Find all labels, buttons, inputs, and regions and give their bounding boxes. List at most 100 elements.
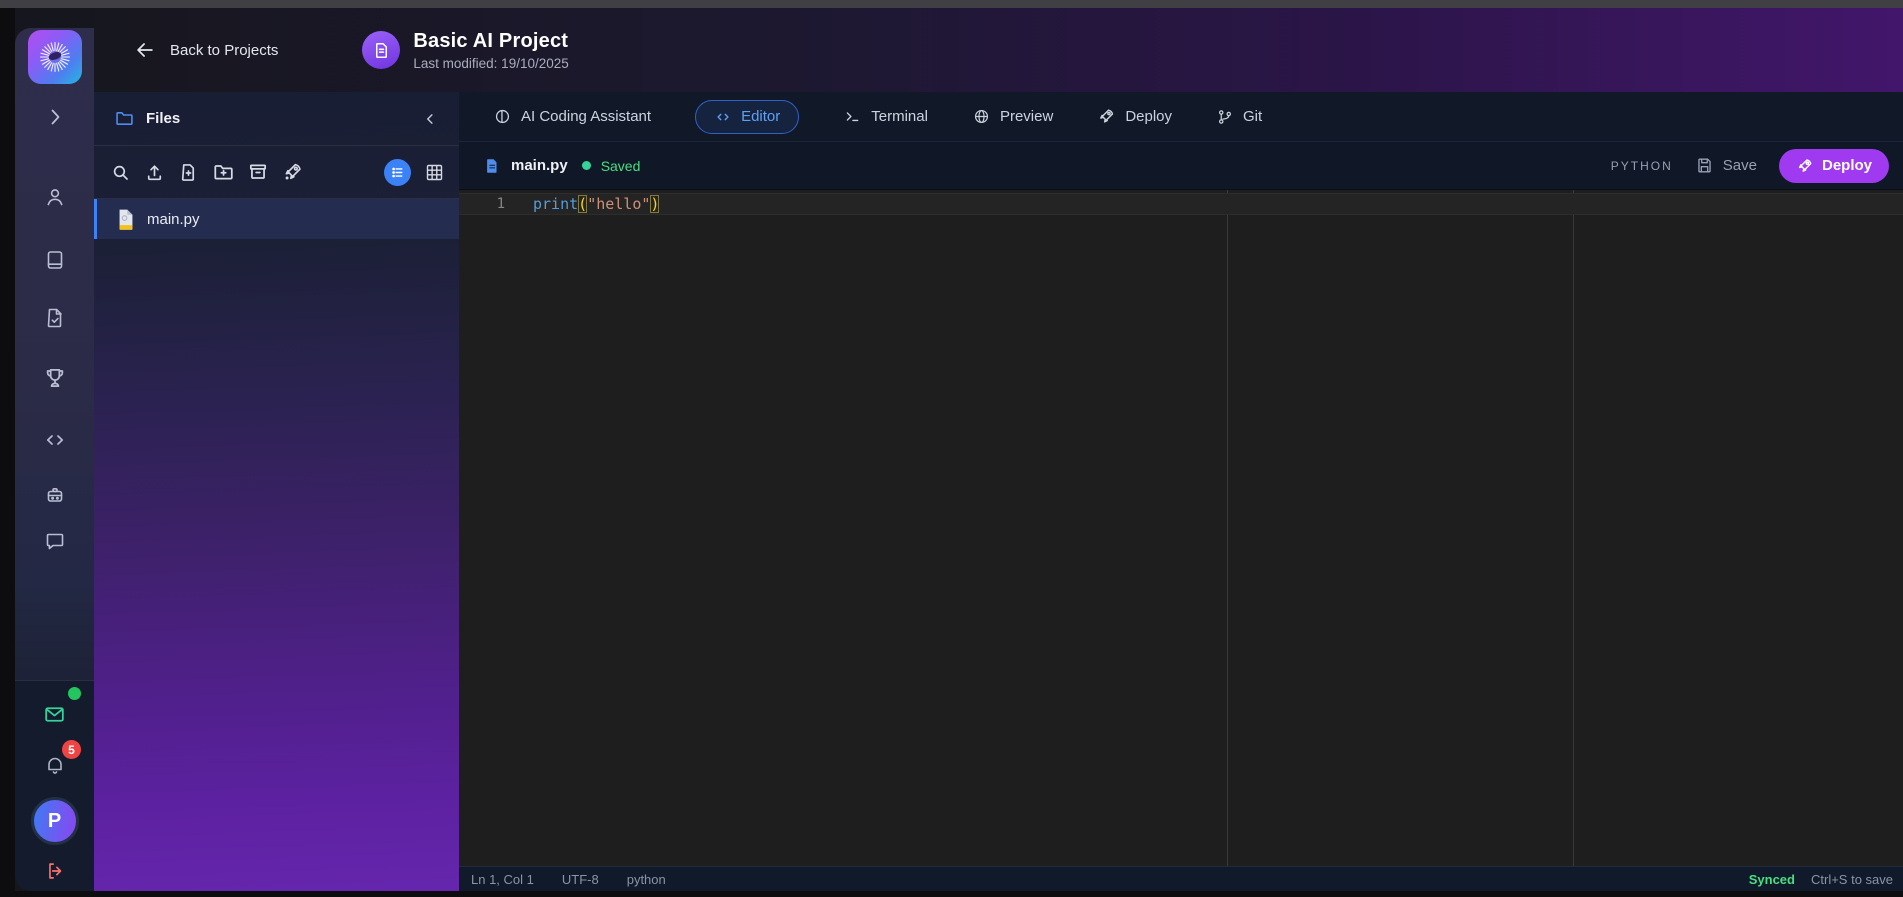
tab-label: Preview xyxy=(1000,108,1053,125)
new-folder-button[interactable] xyxy=(212,161,234,183)
project-meta: Basic AI Project Last modified: 19/10/20… xyxy=(413,30,568,71)
folder-icon xyxy=(114,108,135,129)
sidebar-item-messages[interactable] xyxy=(15,702,94,727)
sidebar-item-library[interactable] xyxy=(15,248,94,272)
language-badge: PYTHON xyxy=(1611,159,1673,173)
editor-toolbar: main.py Saved PYTHON Save Deploy xyxy=(459,142,1903,190)
file-plus-icon xyxy=(178,162,199,183)
rocket-icon xyxy=(1796,157,1814,175)
user-avatar[interactable]: P xyxy=(15,797,94,845)
python-file-icon xyxy=(117,208,135,231)
saved-status-dot xyxy=(582,161,591,170)
sidebar-item-assistant[interactable] xyxy=(15,483,94,507)
logo-starburst-icon xyxy=(28,30,82,84)
tab-bar: AI Coding Assistant Editor Terminal Prev… xyxy=(459,92,1903,142)
code-token-keyword: print xyxy=(533,195,578,213)
open-file-name: main.py xyxy=(511,157,568,174)
sidebar-item-code[interactable] xyxy=(15,428,94,452)
tab-preview[interactable]: Preview xyxy=(972,107,1053,126)
archive-icon xyxy=(247,161,269,183)
grid-view-icon xyxy=(424,162,445,183)
rocket-icon xyxy=(282,161,304,183)
line-number: 1 xyxy=(459,196,505,212)
book-icon xyxy=(43,248,67,272)
project-icon xyxy=(362,31,400,69)
back-to-projects-button[interactable]: Back to Projects xyxy=(134,39,278,61)
online-status-dot xyxy=(68,687,81,700)
search-files-button[interactable] xyxy=(110,162,131,183)
chat-bubble-icon xyxy=(43,529,67,553)
workspace: AI Coding Assistant Editor Terminal Prev… xyxy=(459,92,1903,891)
tab-editor[interactable]: Editor xyxy=(695,100,799,134)
ai-assistant-icon xyxy=(493,107,512,126)
tab-label: Editor xyxy=(741,108,780,125)
back-label: Back to Projects xyxy=(170,42,278,59)
file-check-icon xyxy=(43,306,67,330)
code-brackets-icon xyxy=(714,108,732,126)
bell-icon xyxy=(43,753,67,777)
shortcut-hint: Ctrl+S to save xyxy=(1811,872,1893,887)
status-bar-right: Synced Ctrl+S to save xyxy=(1749,872,1893,887)
save-floppy-icon xyxy=(1695,156,1714,175)
deploy-button[interactable]: Deploy xyxy=(1779,149,1889,183)
tab-label: Deploy xyxy=(1125,108,1172,125)
encoding-indicator: UTF-8 xyxy=(562,872,599,887)
tab-label: Terminal xyxy=(871,108,928,125)
app-logo[interactable] xyxy=(15,30,94,84)
sidebar-item-tasks[interactable] xyxy=(15,306,94,330)
tab-label: AI Coding Assistant xyxy=(521,108,651,125)
app-header: Back to Projects Basic AI Project Last m… xyxy=(94,8,1903,92)
trophy-icon xyxy=(42,365,68,391)
search-icon xyxy=(110,162,131,183)
git-branch-icon xyxy=(1216,108,1234,126)
upload-file-button[interactable] xyxy=(144,162,165,183)
sync-status: Synced xyxy=(1749,872,1795,887)
column-ruler-80 xyxy=(1227,190,1228,866)
files-panel-title: Files xyxy=(146,110,421,127)
code-token-open-paren: ( xyxy=(578,195,587,213)
last-modified: Last modified: 19/10/2025 xyxy=(413,56,568,71)
sidebar-item-profile[interactable] xyxy=(15,185,94,209)
tab-git[interactable]: Git xyxy=(1216,108,1262,126)
saved-status-label: Saved xyxy=(601,158,641,174)
files-panel: Files xyxy=(94,92,459,891)
cursor-position: Ln 1, Col 1 xyxy=(471,872,534,887)
file-list-item-main-py[interactable]: main.py xyxy=(94,199,459,239)
save-button[interactable]: Save xyxy=(1695,156,1757,175)
code-editor[interactable]: 1 print("hello") xyxy=(459,190,1903,866)
tab-deploy[interactable]: Deploy xyxy=(1097,107,1172,126)
logout-button[interactable] xyxy=(15,860,94,882)
save-label: Save xyxy=(1723,157,1757,174)
status-bar: Ln 1, Col 1 UTF-8 python Synced Ctrl+S t… xyxy=(459,866,1903,891)
code-token-string: "hello" xyxy=(587,195,650,213)
new-file-button[interactable] xyxy=(178,162,199,183)
editor-toolbar-actions: PYTHON Save Deploy xyxy=(1611,149,1889,183)
archive-button[interactable] xyxy=(247,161,269,183)
chevron-right-icon xyxy=(43,105,67,129)
rocket-icon xyxy=(1097,107,1116,126)
files-toolbar xyxy=(94,146,459,199)
sidebar-item-notifications[interactable] xyxy=(15,753,94,777)
file-name: main.py xyxy=(147,211,200,228)
files-panel-header: Files xyxy=(94,92,459,146)
open-file-info: main.py Saved xyxy=(483,157,640,175)
tab-terminal[interactable]: Terminal xyxy=(843,107,928,126)
sidebar-footer: 5 P xyxy=(15,680,94,891)
collapse-panel-button[interactable] xyxy=(421,110,439,128)
tab-ai-coding-assistant[interactable]: AI Coding Assistant xyxy=(493,107,651,126)
user-icon xyxy=(43,185,67,209)
sidebar-item-achievements[interactable] xyxy=(15,365,94,391)
list-view-icon xyxy=(389,164,406,181)
grid-view-button[interactable] xyxy=(424,162,445,183)
list-view-button[interactable] xyxy=(384,159,411,186)
file-icon xyxy=(483,157,501,175)
robot-icon xyxy=(43,483,67,507)
deploy-files-button[interactable] xyxy=(282,161,304,183)
sidebar-item-chat[interactable] xyxy=(15,529,94,553)
code-brackets-icon xyxy=(43,428,67,452)
document-icon xyxy=(372,41,391,60)
arrow-left-icon xyxy=(134,39,156,61)
mail-icon xyxy=(42,702,67,727)
logout-icon xyxy=(44,860,66,882)
sidebar-expand-button[interactable] xyxy=(15,105,94,129)
